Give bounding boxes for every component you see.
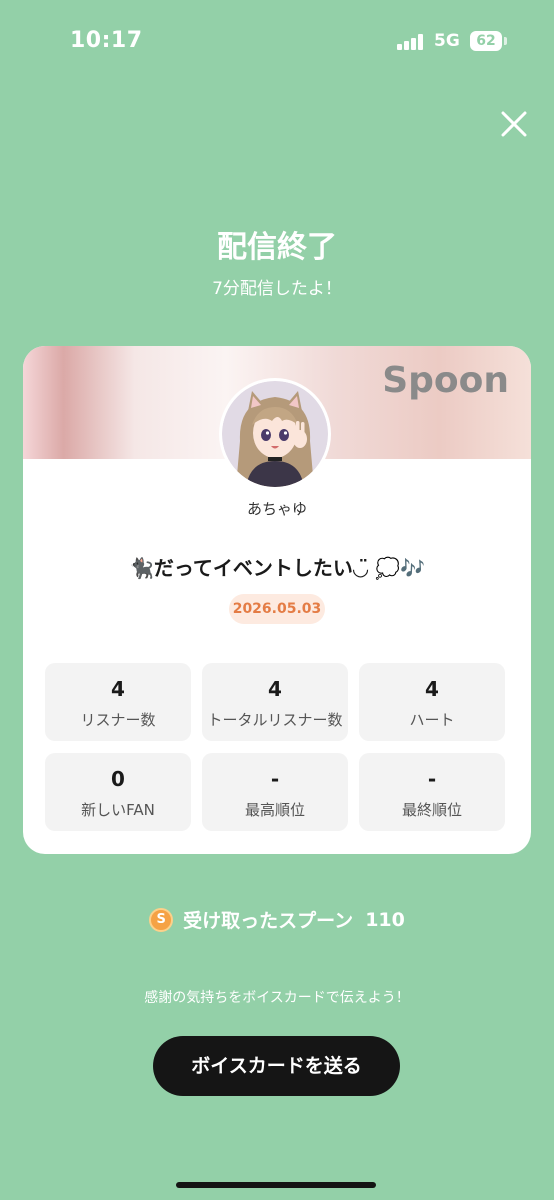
network-type: 5G — [434, 31, 460, 51]
close-icon — [501, 111, 527, 137]
status-time: 10:17 — [70, 28, 143, 53]
send-voice-card-button[interactable]: ボイスカードを送る — [153, 1036, 400, 1096]
spoon-coin-icon: S — [149, 907, 174, 932]
stat-new-fans: 0 新しいFAN — [45, 753, 191, 831]
date-badge: 2026.05.03 — [229, 594, 325, 624]
stat-label: 最終順位 — [401, 801, 462, 819]
stat-value: - — [427, 767, 437, 791]
brand-logo: Spoon — [382, 360, 509, 401]
stat-hearts: 4 ハート — [359, 663, 505, 741]
stat-value: 4 — [268, 677, 282, 701]
stat-label: リスナー数 — [80, 711, 156, 729]
thanks-message: 感謝の気持ちをボイスカードで伝えよう！ — [144, 990, 410, 1006]
stat-label: トータルリスナー数 — [207, 711, 343, 729]
stat-label: 新しいFAN — [81, 801, 155, 819]
stat-total-listeners: 4 トータルリスナー数 — [202, 663, 348, 741]
broadcast-title: 🐈‍⬛だってイベントしたい◡̈ 💭🎶 — [128, 556, 426, 580]
battery-tip — [504, 37, 507, 45]
stat-value: - — [270, 767, 280, 791]
close-button[interactable] — [494, 104, 534, 144]
username: あちゃゆ — [246, 500, 307, 518]
spoons-label: 受け取ったスプーン — [183, 910, 354, 932]
signal-icon — [397, 34, 425, 50]
spoons-received: S 受け取ったスプーン 110 — [0, 906, 554, 936]
page-subtitle: 7分配信したよ！ — [212, 279, 342, 299]
stat-best-rank: - 最高順位 — [202, 753, 348, 831]
stat-value: 0 — [111, 767, 125, 791]
stat-final-rank: - 最終順位 — [359, 753, 505, 831]
avatar-image — [222, 381, 328, 487]
stat-label: 最高順位 — [244, 801, 305, 819]
status-bar: 10:17 5G 62 — [0, 0, 554, 80]
stat-value: 4 — [425, 677, 439, 701]
stat-value: 4 — [111, 677, 125, 701]
avatar[interactable] — [219, 378, 331, 490]
battery-icon: 62 — [470, 31, 502, 51]
spoons-count: 110 — [365, 908, 405, 931]
broadcast-summary-card: Spoon — [23, 346, 531, 854]
stat-listeners: 4 リスナー数 — [45, 663, 191, 741]
home-indicator[interactable] — [176, 1182, 376, 1188]
page-title: 配信終了 — [217, 230, 337, 265]
stat-label: ハート — [409, 711, 455, 729]
